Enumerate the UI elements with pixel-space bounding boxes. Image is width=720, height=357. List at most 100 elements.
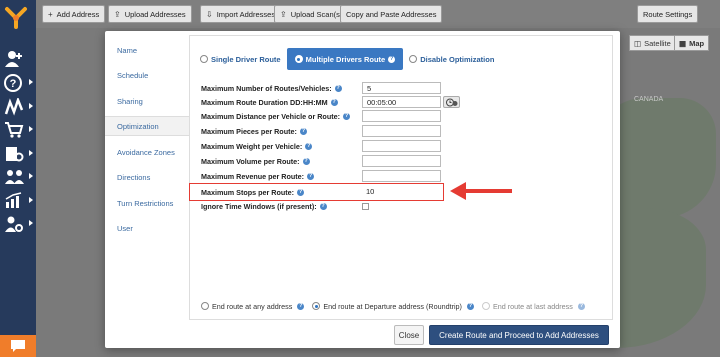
multiple-drivers-label: Multiple Drivers Route [305, 54, 386, 64]
end-departure-option[interactable]: End route at Departure address (Roundtri… [312, 302, 474, 311]
chevron-right-icon [29, 126, 33, 132]
modal-tabs: Name Schedule Sharing Optimization Avoid… [105, 31, 189, 348]
optimization-mode-group: Single Driver Route Multiple Drivers Rou… [200, 48, 494, 70]
max-routes-input[interactable]: 5 [362, 82, 441, 94]
tab-avoidance-zones[interactable]: Avoidance Zones [105, 142, 188, 162]
chevron-right-icon [29, 103, 33, 109]
cart-icon [5, 122, 24, 138]
max-stops-highlight [189, 183, 444, 201]
max-weight-input[interactable] [362, 140, 441, 152]
duration-picker-button[interactable] [443, 96, 460, 108]
single-driver-radio[interactable] [200, 55, 208, 63]
map-toggle[interactable]: ▦ Map [674, 35, 710, 51]
end-any-option[interactable]: End route at any address? [201, 302, 305, 311]
tab-sharing[interactable]: Sharing [105, 91, 188, 111]
left-sidebar: ? [0, 0, 36, 357]
chat-icon [11, 340, 25, 352]
sidebar-item-routes[interactable] [4, 96, 34, 118]
help-icon: ? [4, 74, 22, 92]
satellite-icon: ◫ [634, 38, 642, 48]
team-icon [5, 170, 24, 184]
max-pieces-row: Maximum Pieces per Route:? [201, 127, 307, 136]
map-label: CANADA [634, 96, 664, 103]
chevron-right-icon [29, 150, 33, 156]
chevron-right-icon [29, 220, 33, 226]
end-last-option[interactable]: End route at last address? [481, 302, 585, 311]
max-weight-row: Maximum Weight per Vehicle:? [201, 142, 313, 151]
help-icon[interactable]: ? [343, 113, 350, 120]
route-settings-button[interactable]: Route Settings [637, 5, 699, 23]
help-icon[interactable]: ? [330, 99, 338, 106]
routes-icon [4, 98, 24, 116]
upload-icon: ⇪ [280, 9, 287, 19]
max-volume-row: Maximum Volume per Route:? [201, 157, 310, 166]
help-icon[interactable]: ? [319, 203, 327, 210]
help-icon[interactable]: ? [302, 158, 310, 165]
chevron-right-icon [29, 197, 33, 203]
import-icon: ⇩ [206, 9, 213, 19]
help-icon[interactable]: ? [577, 302, 585, 310]
sidebar-item-add-route[interactable] [4, 48, 34, 70]
max-distance-input[interactable] [362, 110, 441, 122]
tab-optimization[interactable]: Optimization [105, 116, 189, 136]
help-icon[interactable]: ? [466, 302, 474, 310]
copy-paste-addresses-button[interactable]: Copy and Paste Addresses [340, 5, 443, 23]
help-icon[interactable]: ? [299, 128, 307, 135]
tab-name[interactable]: Name [105, 40, 188, 60]
help-icon[interactable]: ? [334, 85, 342, 92]
help-icon[interactable]: ? [305, 143, 313, 150]
end-route-group: End route at any address? End route at D… [201, 300, 593, 312]
sidebar-item-orders[interactable] [4, 119, 34, 141]
tracking-icon [6, 147, 24, 162]
sidebar-item-team[interactable] [4, 166, 34, 188]
end-any-radio[interactable] [201, 302, 209, 310]
clock-icon [445, 98, 457, 106]
max-volume-input[interactable] [362, 155, 441, 167]
upload-icon: ⇪ [114, 9, 121, 19]
ignore-time-windows-checkbox[interactable] [362, 203, 369, 210]
tab-turn-restrictions[interactable]: Turn Restrictions [105, 193, 188, 213]
satellite-toggle[interactable]: ◫ Satellite [629, 35, 676, 51]
add-driver-icon [5, 51, 22, 67]
max-revenue-input[interactable] [362, 170, 441, 182]
import-addresses-button[interactable]: ⇩ Import Addresses [200, 5, 282, 23]
top-toolbar: + Add Address ⇪ Upload Addresses ⇩ Import A… [36, 0, 720, 28]
multiple-drivers-radio[interactable] [294, 55, 303, 63]
create-route-button[interactable]: Create Route and Proceed to Add Addresse… [429, 325, 609, 345]
route4me-logo-icon[interactable] [4, 6, 28, 30]
tab-directions[interactable]: Directions [105, 167, 188, 187]
single-driver-label[interactable]: Single Driver Route [211, 55, 281, 64]
sidebar-item-tracking[interactable] [4, 143, 34, 165]
arrow-left-icon [450, 182, 512, 200]
tab-schedule[interactable]: Schedule [105, 65, 188, 85]
max-revenue-row: Maximum Revenue per Route:? [201, 172, 315, 181]
svg-text:?: ? [10, 78, 17, 90]
sidebar-item-settings[interactable] [4, 213, 34, 235]
plus-icon: + [48, 9, 53, 19]
disable-optimization-radio[interactable] [409, 55, 418, 63]
upload-scans-button[interactable]: ⇪ Upload Scan(s) [274, 5, 349, 23]
sidebar-item-analytics[interactable] [4, 190, 34, 212]
sidebar-item-help[interactable]: ? [4, 72, 34, 94]
help-icon[interactable]: ? [307, 173, 315, 180]
max-duration-input[interactable]: 00:05:00 [362, 96, 441, 108]
multiple-drivers-option[interactable]: Multiple Drivers Route ? [286, 48, 404, 70]
disable-optimization-label[interactable]: Disable Optimization [420, 55, 494, 64]
max-distance-row: Maximum Distance per Vehicle or Route:? [201, 112, 350, 121]
ignore-time-windows-row: Ignore Time Windows (if present):? [201, 202, 327, 211]
help-icon[interactable]: ? [388, 55, 396, 63]
end-last-radio[interactable] [481, 302, 490, 310]
tab-user[interactable]: User [105, 218, 188, 238]
max-routes-row: Maximum Number of Routes/Vehicles:? [201, 84, 342, 93]
end-departure-radio[interactable] [312, 302, 321, 310]
help-icon[interactable]: ? [297, 302, 305, 310]
chevron-right-icon [29, 79, 33, 85]
analytics-icon [5, 192, 22, 208]
upload-addresses-button[interactable]: ⇪ Upload Addresses [108, 5, 192, 23]
max-duration-row: Maximum Route Duration DD:HH:MM? [201, 98, 338, 107]
max-pieces-input[interactable] [362, 125, 441, 137]
close-button[interactable]: Close [394, 325, 424, 345]
chevron-right-icon [29, 173, 33, 179]
chat-button[interactable] [0, 335, 36, 357]
add-address-button[interactable]: + Add Address [42, 5, 106, 23]
